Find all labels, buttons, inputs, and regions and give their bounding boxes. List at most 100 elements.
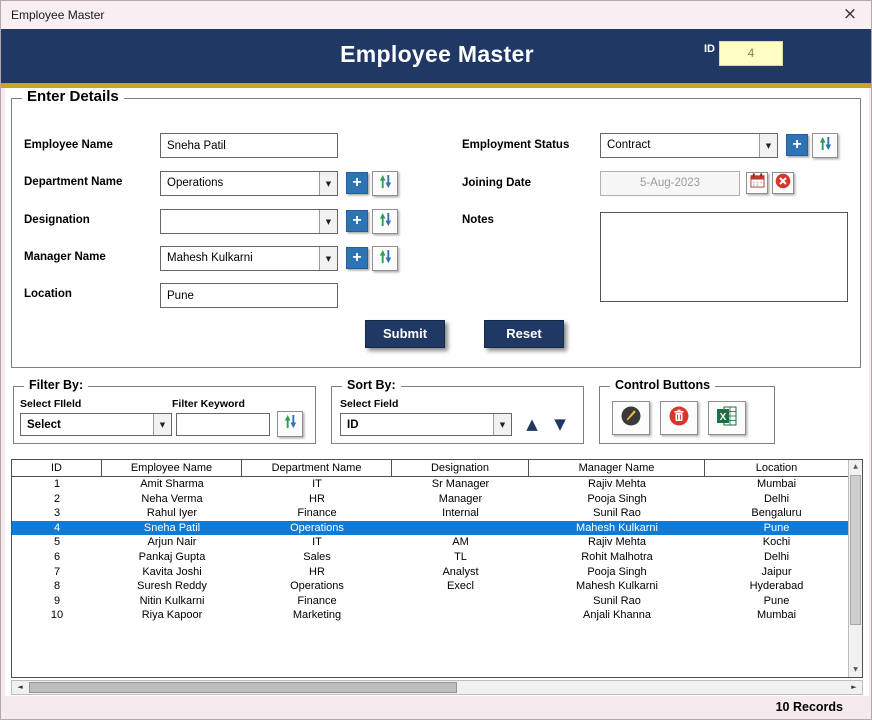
- filter-keyword-input[interactable]: [176, 413, 270, 436]
- chevron-down-icon[interactable]: ▼: [153, 414, 171, 435]
- control-buttons-legend: Control Buttons: [610, 378, 715, 392]
- edit-pencil-icon: [620, 405, 642, 432]
- table-header-cell: Employee Name: [102, 460, 242, 476]
- table-cell: Execl: [392, 579, 529, 594]
- record-count: 10 Records: [776, 700, 843, 714]
- clear-date-button[interactable]: [772, 172, 794, 194]
- chevron-down-icon[interactable]: ▼: [759, 134, 777, 157]
- refresh-designation-button[interactable]: [372, 209, 398, 234]
- edit-record-button[interactable]: [612, 401, 650, 435]
- table-row[interactable]: 6Pankaj GuptaSalesTLRohit MalhotraDelhi: [12, 550, 848, 565]
- add-status-button[interactable]: +: [786, 134, 808, 156]
- export-excel-button[interactable]: X: [708, 401, 746, 435]
- table-row[interactable]: 9Nitin KulkarniFinanceSunil RaoPune: [12, 594, 848, 609]
- table-cell: Hyderabad: [705, 579, 848, 594]
- chevron-down-icon[interactable]: ▼: [319, 172, 337, 195]
- table-cell: IT: [242, 535, 392, 550]
- joining-date-field[interactable]: 5-Aug-2023: [600, 171, 740, 196]
- submit-button[interactable]: Submit: [365, 320, 445, 348]
- table-horizontal-scrollbar[interactable]: ◄ ►: [11, 680, 863, 695]
- notes-textarea[interactable]: [600, 212, 848, 302]
- filter-by-group: Filter By: Select FIleld Filter Keyword …: [13, 386, 316, 444]
- table-cell: Sneha Patil: [102, 521, 242, 536]
- chevron-down-icon[interactable]: ▼: [319, 247, 337, 270]
- table-cell: Operations: [242, 579, 392, 594]
- titlebar: Employee Master ×: [1, 1, 872, 29]
- app-header: Employee Master ID 4: [1, 29, 872, 88]
- chevron-down-icon[interactable]: ▼: [493, 414, 511, 435]
- refresh-manager-button[interactable]: [372, 246, 398, 271]
- filter-field-combo[interactable]: Select ▼: [20, 413, 172, 436]
- window-title: Employee Master: [11, 8, 104, 22]
- delete-record-button[interactable]: [660, 401, 698, 435]
- employment-status-label: Employment Status: [462, 139, 569, 151]
- horizontal-scroll-thumb[interactable]: [29, 682, 457, 693]
- id-field[interactable]: 4: [719, 41, 783, 66]
- reset-button[interactable]: Reset: [484, 320, 564, 348]
- scroll-down-icon[interactable]: ▼: [849, 663, 862, 677]
- table-cell: Delhi: [705, 550, 848, 565]
- table-cell: Neha Verma: [102, 492, 242, 507]
- table-cell: 4: [12, 521, 102, 536]
- trash-icon: [668, 405, 690, 432]
- table-vertical-scrollbar[interactable]: ▲ ▼: [848, 460, 862, 677]
- add-department-button[interactable]: +: [346, 172, 368, 194]
- scroll-right-icon[interactable]: ►: [846, 681, 862, 694]
- table-cell: 8: [12, 579, 102, 594]
- department-name-combo[interactable]: Operations ▼: [160, 171, 338, 196]
- filter-field-label: Select FIleld: [20, 398, 81, 410]
- table-cell: IT: [242, 477, 392, 492]
- add-designation-button[interactable]: +: [346, 210, 368, 232]
- sync-icon: [818, 136, 833, 156]
- table-cell: Pankaj Gupta: [102, 550, 242, 565]
- table-row[interactable]: 3Rahul IyerFinanceInternalSunil RaoBenga…: [12, 506, 848, 521]
- designation-combo-value: [161, 210, 319, 233]
- table-row[interactable]: 10Riya KapoorMarketingAnjali KhannaMumba…: [12, 608, 848, 623]
- table-cell: [392, 594, 529, 609]
- refresh-status-button[interactable]: [812, 133, 838, 158]
- enter-details-legend: Enter Details: [22, 88, 124, 105]
- vertical-scroll-thumb[interactable]: [850, 475, 861, 625]
- chevron-down-icon[interactable]: ▼: [319, 210, 337, 233]
- location-input[interactable]: [160, 283, 338, 308]
- employee-name-input[interactable]: [160, 133, 338, 158]
- add-manager-button[interactable]: +: [346, 247, 368, 269]
- employment-status-combo[interactable]: Contract ▼: [600, 133, 778, 158]
- close-icon[interactable]: ×: [840, 4, 860, 24]
- table-cell: Finance: [242, 594, 392, 609]
- table-cell: Rahul Iyer: [102, 506, 242, 521]
- sort-field-combo[interactable]: ID ▼: [340, 413, 512, 436]
- table-cell: Internal: [392, 506, 529, 521]
- employee-master-window: Employee Master × Employee Master ID 4 E…: [0, 0, 872, 720]
- table-cell: Bengaluru: [705, 506, 848, 521]
- table-row[interactable]: 1Amit SharmaITSr ManagerRajiv MehtaMumba…: [12, 477, 848, 492]
- location-label: Location: [24, 288, 72, 300]
- manager-name-combo[interactable]: Mahesh Kulkarni ▼: [160, 246, 338, 271]
- clear-x-icon: [775, 173, 791, 194]
- table-row[interactable]: 4Sneha PatilOperationsMahesh KulkarniPun…: [12, 521, 848, 536]
- sync-icon: [283, 414, 298, 434]
- table-cell: TL: [392, 550, 529, 565]
- table-cell: Pooja Singh: [529, 565, 705, 580]
- svg-text:X: X: [720, 412, 727, 423]
- table-row[interactable]: 5Arjun NairITAMRajiv MehtaKochi: [12, 535, 848, 550]
- table-cell: [392, 608, 529, 623]
- scroll-up-icon[interactable]: ▲: [849, 460, 862, 474]
- main-panel: Enter Details Employee Name Department N…: [5, 88, 869, 696]
- filter-refresh-button[interactable]: [277, 411, 303, 437]
- table-cell: 7: [12, 565, 102, 580]
- table-cell: Rajiv Mehta: [529, 535, 705, 550]
- table-header-cell: Department Name: [242, 460, 392, 476]
- scroll-left-icon[interactable]: ◄: [12, 681, 28, 694]
- refresh-department-button[interactable]: [372, 171, 398, 196]
- sort-descending-icon[interactable]: ▼: [548, 413, 572, 435]
- table-row[interactable]: 8Suresh ReddyOperationsExeclMahesh Kulka…: [12, 579, 848, 594]
- calendar-picker-button[interactable]: [746, 172, 768, 194]
- table-row[interactable]: 2Neha VermaHRManagerPooja SinghDelhi: [12, 492, 848, 507]
- table-row[interactable]: 7Kavita JoshiHRAnalystPooja SinghJaipur: [12, 565, 848, 580]
- table-cell: 10: [12, 608, 102, 623]
- designation-combo[interactable]: ▼: [160, 209, 338, 234]
- table-cell: Amit Sharma: [102, 477, 242, 492]
- sort-ascending-icon[interactable]: ▲: [520, 413, 544, 435]
- sort-field-label: Select Field: [340, 398, 398, 410]
